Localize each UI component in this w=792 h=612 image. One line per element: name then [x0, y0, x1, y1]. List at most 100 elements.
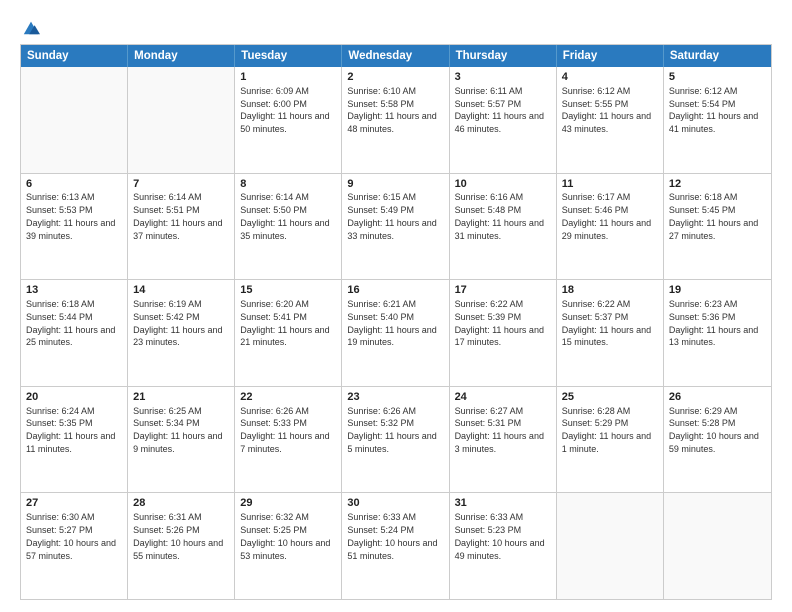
cell-info: Sunrise: 6:19 AM Sunset: 5:42 PM Dayligh…	[133, 299, 222, 347]
logo-icon	[22, 18, 40, 36]
header-day-sunday: Sunday	[21, 45, 128, 67]
cell-info: Sunrise: 6:24 AM Sunset: 5:35 PM Dayligh…	[26, 406, 115, 454]
calendar-cell-r3-c6: 26Sunrise: 6:29 AM Sunset: 5:28 PM Dayli…	[664, 387, 771, 493]
calendar-cell-r0-c6: 5Sunrise: 6:12 AM Sunset: 5:54 PM Daylig…	[664, 67, 771, 173]
calendar-cell-r0-c3: 2Sunrise: 6:10 AM Sunset: 5:58 PM Daylig…	[342, 67, 449, 173]
day-number: 13	[26, 283, 122, 298]
cell-info: Sunrise: 6:16 AM Sunset: 5:48 PM Dayligh…	[455, 192, 544, 240]
calendar-row-3: 20Sunrise: 6:24 AM Sunset: 5:35 PM Dayli…	[21, 386, 771, 493]
calendar-cell-r1-c5: 11Sunrise: 6:17 AM Sunset: 5:46 PM Dayli…	[557, 174, 664, 280]
header-day-wednesday: Wednesday	[342, 45, 449, 67]
cell-info: Sunrise: 6:29 AM Sunset: 5:28 PM Dayligh…	[669, 406, 759, 454]
calendar-cell-r4-c3: 30Sunrise: 6:33 AM Sunset: 5:24 PM Dayli…	[342, 493, 449, 599]
cell-info: Sunrise: 6:26 AM Sunset: 5:32 PM Dayligh…	[347, 406, 436, 454]
calendar-cell-r2-c5: 18Sunrise: 6:22 AM Sunset: 5:37 PM Dayli…	[557, 280, 664, 386]
calendar-cell-r3-c5: 25Sunrise: 6:28 AM Sunset: 5:29 PM Dayli…	[557, 387, 664, 493]
header-day-thursday: Thursday	[450, 45, 557, 67]
calendar-cell-r0-c4: 3Sunrise: 6:11 AM Sunset: 5:57 PM Daylig…	[450, 67, 557, 173]
cell-info: Sunrise: 6:14 AM Sunset: 5:51 PM Dayligh…	[133, 192, 222, 240]
calendar-cell-r3-c4: 24Sunrise: 6:27 AM Sunset: 5:31 PM Dayli…	[450, 387, 557, 493]
day-number: 3	[455, 70, 551, 85]
day-number: 23	[347, 390, 443, 405]
header	[20, 18, 772, 36]
cell-info: Sunrise: 6:26 AM Sunset: 5:33 PM Dayligh…	[240, 406, 329, 454]
day-number: 17	[455, 283, 551, 298]
cell-info: Sunrise: 6:25 AM Sunset: 5:34 PM Dayligh…	[133, 406, 222, 454]
page: SundayMondayTuesdayWednesdayThursdayFrid…	[0, 0, 792, 612]
day-number: 11	[562, 177, 658, 192]
calendar-cell-r3-c2: 22Sunrise: 6:26 AM Sunset: 5:33 PM Dayli…	[235, 387, 342, 493]
calendar-cell-r3-c3: 23Sunrise: 6:26 AM Sunset: 5:32 PM Dayli…	[342, 387, 449, 493]
calendar-cell-r2-c1: 14Sunrise: 6:19 AM Sunset: 5:42 PM Dayli…	[128, 280, 235, 386]
header-day-monday: Monday	[128, 45, 235, 67]
day-number: 20	[26, 390, 122, 405]
cell-info: Sunrise: 6:12 AM Sunset: 5:55 PM Dayligh…	[562, 86, 651, 134]
cell-info: Sunrise: 6:32 AM Sunset: 5:25 PM Dayligh…	[240, 512, 330, 560]
calendar-cell-r4-c4: 31Sunrise: 6:33 AM Sunset: 5:23 PM Dayli…	[450, 493, 557, 599]
cell-info: Sunrise: 6:18 AM Sunset: 5:44 PM Dayligh…	[26, 299, 115, 347]
calendar: SundayMondayTuesdayWednesdayThursdayFrid…	[20, 44, 772, 600]
day-number: 27	[26, 496, 122, 511]
header-day-saturday: Saturday	[664, 45, 771, 67]
calendar-cell-r4-c2: 29Sunrise: 6:32 AM Sunset: 5:25 PM Dayli…	[235, 493, 342, 599]
cell-info: Sunrise: 6:22 AM Sunset: 5:39 PM Dayligh…	[455, 299, 544, 347]
header-day-friday: Friday	[557, 45, 664, 67]
day-number: 12	[669, 177, 766, 192]
calendar-cell-r4-c1: 28Sunrise: 6:31 AM Sunset: 5:26 PM Dayli…	[128, 493, 235, 599]
day-number: 6	[26, 177, 122, 192]
calendar-cell-r4-c6	[664, 493, 771, 599]
cell-info: Sunrise: 6:10 AM Sunset: 5:58 PM Dayligh…	[347, 86, 436, 134]
calendar-row-1: 6Sunrise: 6:13 AM Sunset: 5:53 PM Daylig…	[21, 173, 771, 280]
calendar-cell-r0-c1	[128, 67, 235, 173]
calendar-cell-r3-c1: 21Sunrise: 6:25 AM Sunset: 5:34 PM Dayli…	[128, 387, 235, 493]
calendar-row-4: 27Sunrise: 6:30 AM Sunset: 5:27 PM Dayli…	[21, 492, 771, 599]
calendar-cell-r2-c0: 13Sunrise: 6:18 AM Sunset: 5:44 PM Dayli…	[21, 280, 128, 386]
calendar-cell-r1-c0: 6Sunrise: 6:13 AM Sunset: 5:53 PM Daylig…	[21, 174, 128, 280]
day-number: 18	[562, 283, 658, 298]
day-number: 26	[669, 390, 766, 405]
day-number: 22	[240, 390, 336, 405]
cell-info: Sunrise: 6:22 AM Sunset: 5:37 PM Dayligh…	[562, 299, 651, 347]
cell-info: Sunrise: 6:14 AM Sunset: 5:50 PM Dayligh…	[240, 192, 329, 240]
day-number: 1	[240, 70, 336, 85]
cell-info: Sunrise: 6:20 AM Sunset: 5:41 PM Dayligh…	[240, 299, 329, 347]
day-number: 8	[240, 177, 336, 192]
calendar-cell-r1-c6: 12Sunrise: 6:18 AM Sunset: 5:45 PM Dayli…	[664, 174, 771, 280]
day-number: 19	[669, 283, 766, 298]
calendar-row-0: 1Sunrise: 6:09 AM Sunset: 6:00 PM Daylig…	[21, 67, 771, 173]
cell-info: Sunrise: 6:33 AM Sunset: 5:24 PM Dayligh…	[347, 512, 437, 560]
day-number: 7	[133, 177, 229, 192]
cell-info: Sunrise: 6:33 AM Sunset: 5:23 PM Dayligh…	[455, 512, 545, 560]
day-number: 31	[455, 496, 551, 511]
calendar-cell-r1-c1: 7Sunrise: 6:14 AM Sunset: 5:51 PM Daylig…	[128, 174, 235, 280]
calendar-cell-r2-c4: 17Sunrise: 6:22 AM Sunset: 5:39 PM Dayli…	[450, 280, 557, 386]
cell-info: Sunrise: 6:23 AM Sunset: 5:36 PM Dayligh…	[669, 299, 758, 347]
day-number: 28	[133, 496, 229, 511]
day-number: 29	[240, 496, 336, 511]
day-number: 14	[133, 283, 229, 298]
calendar-cell-r3-c0: 20Sunrise: 6:24 AM Sunset: 5:35 PM Dayli…	[21, 387, 128, 493]
day-number: 9	[347, 177, 443, 192]
day-number: 2	[347, 70, 443, 85]
calendar-cell-r2-c3: 16Sunrise: 6:21 AM Sunset: 5:40 PM Dayli…	[342, 280, 449, 386]
cell-info: Sunrise: 6:11 AM Sunset: 5:57 PM Dayligh…	[455, 86, 544, 134]
cell-info: Sunrise: 6:15 AM Sunset: 5:49 PM Dayligh…	[347, 192, 436, 240]
cell-info: Sunrise: 6:28 AM Sunset: 5:29 PM Dayligh…	[562, 406, 651, 454]
calendar-body: 1Sunrise: 6:09 AM Sunset: 6:00 PM Daylig…	[21, 67, 771, 599]
cell-info: Sunrise: 6:09 AM Sunset: 6:00 PM Dayligh…	[240, 86, 329, 134]
calendar-cell-r0-c0	[21, 67, 128, 173]
calendar-header: SundayMondayTuesdayWednesdayThursdayFrid…	[21, 45, 771, 67]
cell-info: Sunrise: 6:27 AM Sunset: 5:31 PM Dayligh…	[455, 406, 544, 454]
day-number: 24	[455, 390, 551, 405]
cell-info: Sunrise: 6:13 AM Sunset: 5:53 PM Dayligh…	[26, 192, 115, 240]
day-number: 30	[347, 496, 443, 511]
day-number: 15	[240, 283, 336, 298]
day-number: 21	[133, 390, 229, 405]
day-number: 10	[455, 177, 551, 192]
calendar-cell-r2-c6: 19Sunrise: 6:23 AM Sunset: 5:36 PM Dayli…	[664, 280, 771, 386]
calendar-cell-r0-c5: 4Sunrise: 6:12 AM Sunset: 5:55 PM Daylig…	[557, 67, 664, 173]
cell-info: Sunrise: 6:31 AM Sunset: 5:26 PM Dayligh…	[133, 512, 223, 560]
day-number: 4	[562, 70, 658, 85]
cell-info: Sunrise: 6:17 AM Sunset: 5:46 PM Dayligh…	[562, 192, 651, 240]
calendar-cell-r4-c5	[557, 493, 664, 599]
